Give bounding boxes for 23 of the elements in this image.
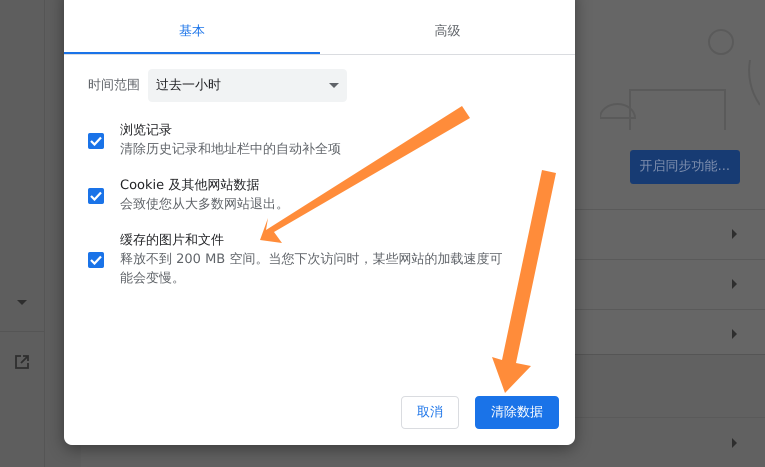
checkbox[interactable] <box>88 132 104 148</box>
time-range-label: 时间范围 <box>88 76 140 94</box>
cancel-button[interactable]: 取消 <box>401 396 459 429</box>
chevron-right-icon[interactable] <box>732 438 737 448</box>
dropdown-caret-icon <box>329 82 339 88</box>
item-description: 释放不到 200 MB 空间。当您下次访问时，某些网站的加载速度可能会变慢。 <box>120 251 504 288</box>
checkbox[interactable] <box>88 188 104 204</box>
checkbox[interactable] <box>88 252 104 268</box>
time-range-dropdown[interactable]: 过去一小时 <box>148 68 347 102</box>
item-title: Cookie 及其他网站数据 <box>120 177 260 195</box>
clear-data-button[interactable]: 清除数据 <box>475 396 559 429</box>
tab[interactable]: 基本 <box>64 8 320 54</box>
chevron-right-icon[interactable] <box>732 229 737 239</box>
chevron-right-icon[interactable] <box>732 329 737 339</box>
tab[interactable]: 高级 <box>320 8 575 54</box>
item-description: 清除历史记录和地址栏中的自动补全项 <box>120 141 341 159</box>
caret-icon[interactable] <box>17 300 27 305</box>
sync-button[interactable]: 开启同步功能... <box>630 150 740 184</box>
item-title: 浏览记录 <box>120 122 173 140</box>
item-description: 会致使您从大多数网站退出。 <box>120 196 289 214</box>
chevron-right-icon[interactable] <box>732 279 737 289</box>
external-link-icon[interactable] <box>14 354 30 370</box>
item-title: 缓存的图片和文件 <box>120 232 225 250</box>
